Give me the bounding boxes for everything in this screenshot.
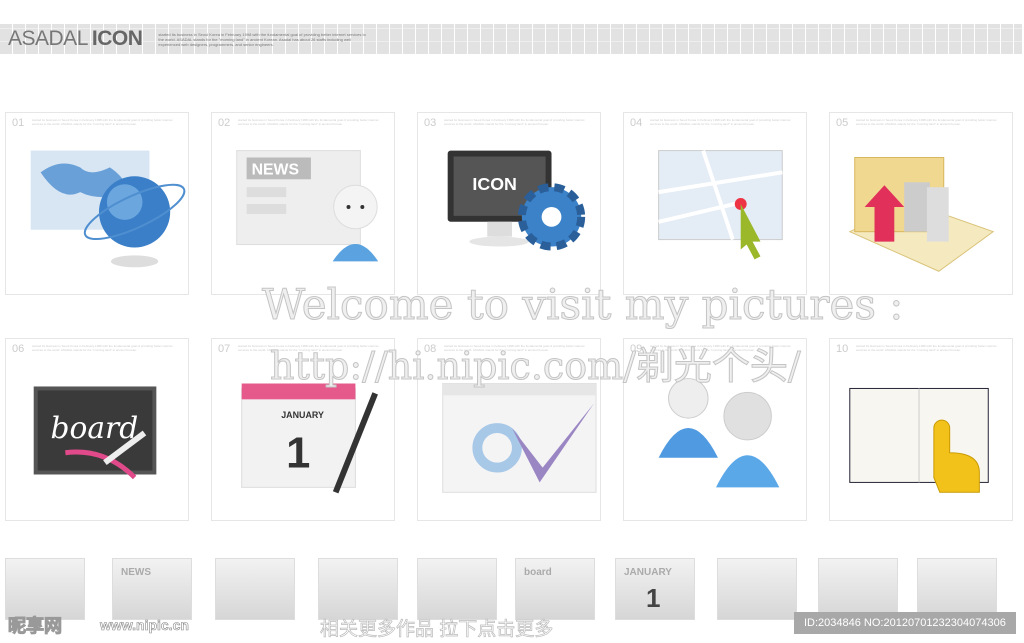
chalkboard-icon: board <box>33 386 157 480</box>
thumbnail-map-cursor-icon[interactable] <box>318 558 398 620</box>
brand-logo: ASADAL ICON <box>8 27 143 50</box>
image-id: ID:2034846 NO:20120701232304074306 <box>794 612 1016 634</box>
monitor-gear-icon: ICON <box>447 150 586 251</box>
thumbnail-news-support-icon[interactable]: NEWS <box>112 558 192 620</box>
thumbnail-window-check-icon[interactable] <box>717 558 797 620</box>
icon-card-01[interactable]: 01 started its business in Seoul Korea in… <box>5 112 189 295</box>
more-works-text: 相关更多作品 拉下点击更多 <box>320 619 554 641</box>
watermark-line1: Welcome to visit my pictures : <box>261 280 904 330</box>
folder-coins-icon <box>848 157 995 272</box>
globe-map-icon <box>30 150 186 268</box>
svg-text:JANUARY: JANUARY <box>281 410 324 420</box>
map-cursor-icon <box>658 149 783 260</box>
footer: 昵享网 www.nipic.cn 相关更多作品 拉下点击更多 ID:203484… <box>0 612 1024 641</box>
icon-card-02[interactable]: 02 started its business in Seoul Korea in… <box>211 112 395 295</box>
icon-card-06[interactable]: 06 started its business in Seoul Korea in… <box>5 338 189 521</box>
thumbnail-label: board <box>524 567 552 578</box>
watermark-line2: http://hi.nipic.com/剃光个头/ <box>270 344 802 389</box>
thumbnail-label: NEWS <box>121 567 151 578</box>
svg-text:1: 1 <box>286 430 310 478</box>
thumbnail-monitor-gear-icon[interactable] <box>215 558 295 620</box>
header-description: started its business in Seoul Korea in F… <box>158 31 366 47</box>
thumbnail-users-icon[interactable] <box>818 558 898 620</box>
thumbnail-book-hand-icon[interactable] <box>917 558 997 620</box>
thumbnail-globe-map-icon[interactable] <box>5 558 85 620</box>
icon-card-03[interactable]: 03 started its business in Seoul Korea in… <box>417 112 601 295</box>
book-hand-icon <box>849 387 989 493</box>
svg-text:ICON: ICON <box>472 174 517 194</box>
icon-card-10[interactable]: 10 started its business in Seoul Korea in… <box>829 338 1013 521</box>
svg-text:NEWS: NEWS <box>252 161 299 178</box>
header-banner: ASADAL ICON started its business in Seoul… <box>0 24 1022 54</box>
site-url[interactable]: www.nipic.cn <box>100 617 190 634</box>
thumbnail-folder-coins-icon[interactable] <box>417 558 497 620</box>
site-logo: 昵享网 <box>8 616 63 637</box>
news-support-icon: NEWS <box>236 150 379 262</box>
icon-card-04[interactable]: 04 started its business in Seoul Korea in… <box>623 112 807 295</box>
thumbnail-label: JANUARY <box>624 567 672 578</box>
thumbnail-chalkboard-icon[interactable]: board <box>515 558 595 620</box>
thumbnail-day: 1 <box>646 583 661 613</box>
svg-text:board: board <box>51 410 139 445</box>
thumbnail-calendar-pen-icon[interactable]: JANUARY 1 <box>615 558 695 620</box>
icon-card-05[interactable]: 05 started its business in Seoul Korea in… <box>829 112 1013 295</box>
